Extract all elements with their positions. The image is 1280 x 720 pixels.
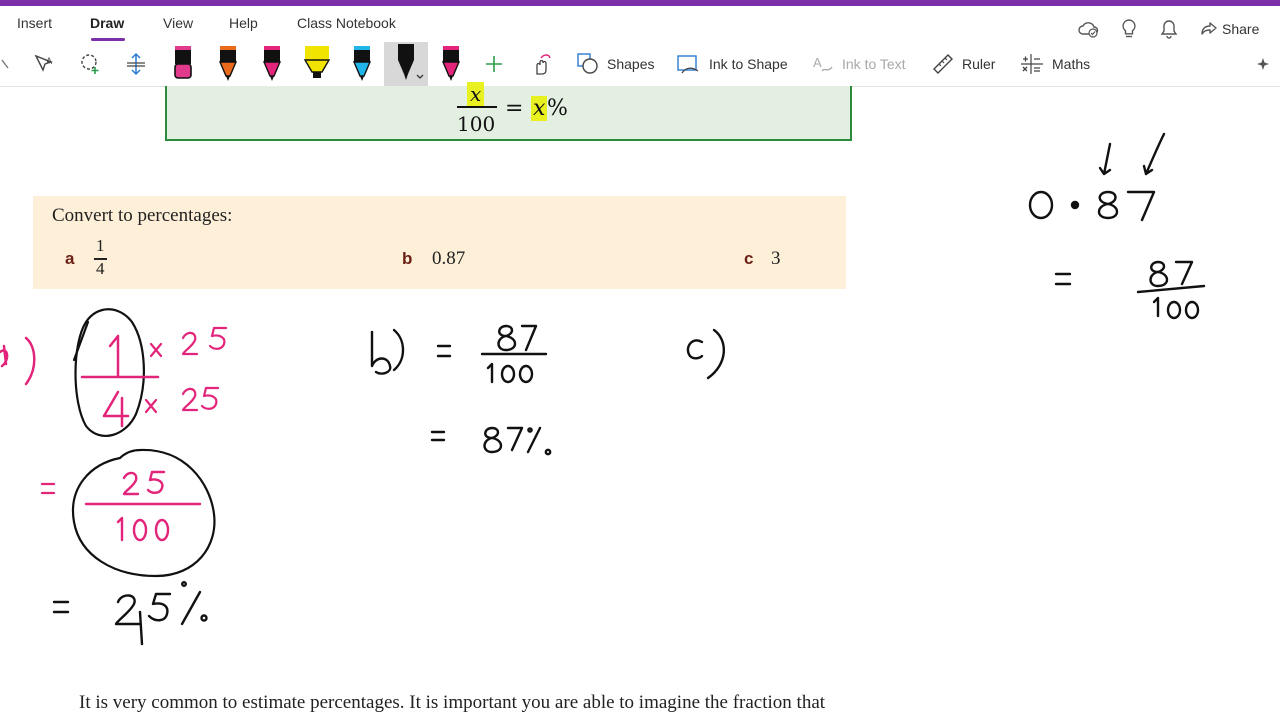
ink-b-label [370, 328, 405, 375]
ink-right-working [1028, 132, 1206, 320]
ink-a-equals-1 [40, 482, 56, 495]
ink-a-label [0, 336, 36, 386]
ink-a-result [52, 581, 208, 646]
ink-a-25-over-100-circle [71, 448, 216, 578]
ink-a-25-over-100 [84, 470, 202, 542]
ink-c-label [686, 328, 726, 380]
ink-canvas [0, 132, 1206, 646]
ink-a-multiply-25 [144, 326, 228, 414]
ink-b-fraction [430, 324, 552, 456]
body-paragraph: It is very common to estimate percentage… [79, 692, 826, 713]
